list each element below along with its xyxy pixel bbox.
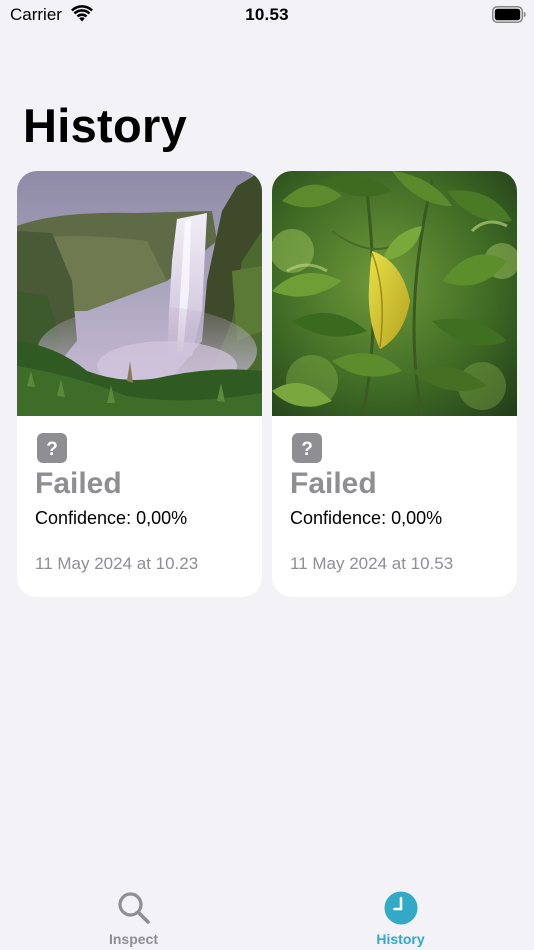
- timestamp-text: 11 May 2024 at 10.23: [35, 554, 199, 573]
- tab-inspect-label: Inspect: [108, 931, 158, 947]
- green-leaves-photo: [272, 171, 517, 416]
- tab-history-label: History: [376, 931, 425, 947]
- confidence-text: Confidence: 0,00%: [290, 508, 443, 528]
- question-mark-icon: ?: [37, 433, 67, 463]
- app-screen: Carrier 10.53 History ? Failed Confidenc…: [0, 0, 534, 950]
- history-card[interactable]: ? Failed Confidence: 0,00% 11 May 2024 a…: [17, 171, 262, 597]
- status-bar: Carrier 10.53: [0, 0, 534, 30]
- clock-icon: [384, 891, 418, 925]
- tab-inspect[interactable]: Inspect: [0, 880, 267, 950]
- tab-bar: Inspect History: [0, 880, 534, 950]
- svg-text:?: ?: [301, 439, 313, 460]
- battery-icon: [492, 6, 526, 23]
- status-time: 10.53: [245, 5, 289, 24]
- waterfall-photo: [17, 171, 262, 416]
- tab-history[interactable]: History: [267, 880, 534, 950]
- status-label: Failed: [35, 467, 122, 500]
- confidence-text: Confidence: 0,00%: [35, 508, 188, 528]
- svg-text:?: ?: [46, 439, 58, 460]
- timestamp-text: 11 May 2024 at 10.53: [290, 554, 454, 573]
- history-card[interactable]: ? Failed Confidence: 0,00% 11 May 2024 a…: [272, 171, 517, 597]
- page-title: History: [23, 99, 188, 152]
- status-label: Failed: [290, 467, 377, 500]
- magnifying-glass-icon: [118, 892, 150, 924]
- question-mark-icon: ?: [292, 433, 322, 463]
